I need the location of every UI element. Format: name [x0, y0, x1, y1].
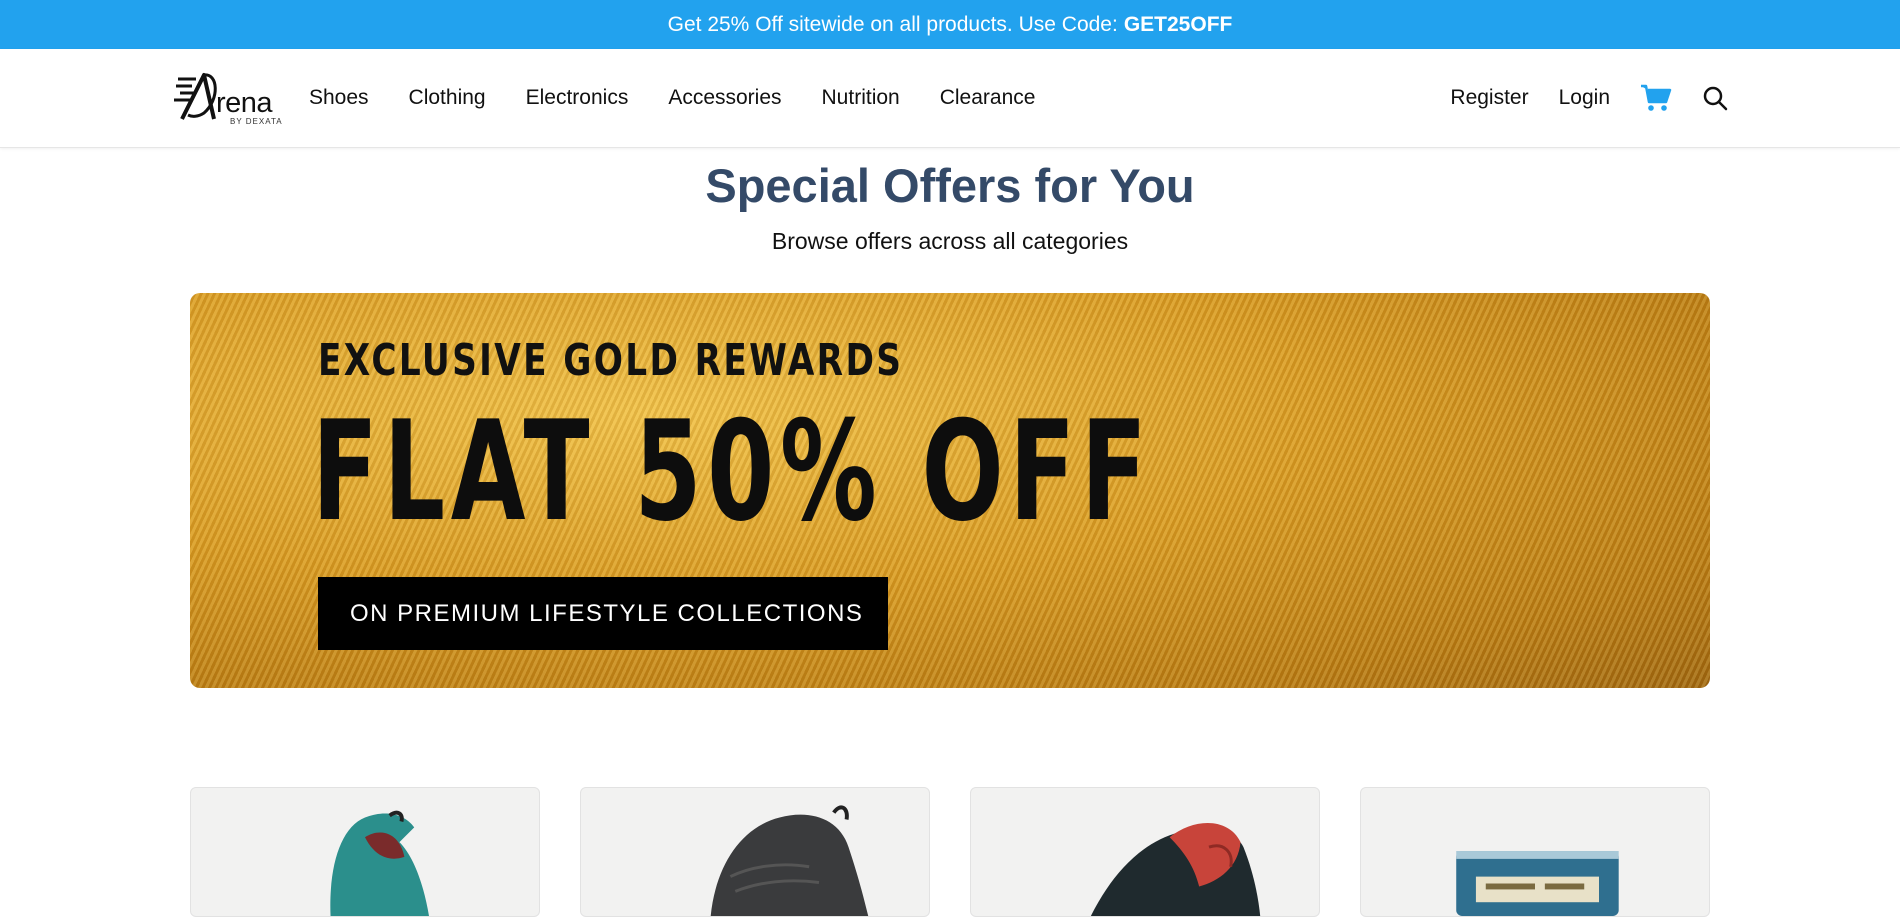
brand-name: rena [216, 87, 273, 119]
login-link[interactable]: Login [1559, 86, 1610, 110]
banner-headline: FLAT 50% OFF [312, 391, 1153, 552]
logo-mark-icon [174, 73, 217, 120]
nav-nutrition[interactable]: Nutrition [822, 86, 900, 110]
account-nav: Register Login [1450, 49, 1728, 147]
product-image [1090, 823, 1261, 916]
nav-clothing[interactable]: Clothing [409, 86, 486, 110]
register-link[interactable]: Register [1450, 86, 1528, 110]
cart-icon[interactable] [1640, 83, 1672, 113]
product-image [710, 805, 869, 916]
main-nav: Shoes Clothing Electronics Accessories N… [309, 49, 1035, 147]
nav-shoes[interactable]: Shoes [309, 86, 369, 110]
nav-clearance[interactable]: Clearance [940, 86, 1036, 110]
brand-sub: BY DEXATA [230, 117, 283, 126]
banner-pretitle: EXCLUSIVE GOLD REWARDS [318, 335, 904, 386]
product-card[interactable] [190, 787, 540, 917]
promo-text: Get 25% Off sitewide on all products. Us… [667, 12, 1118, 36]
promo-banner[interactable]: EXCLUSIVE GOLD REWARDS FLAT 50% OFF ON P… [190, 293, 1710, 688]
nav-accessories[interactable]: Accessories [668, 86, 781, 110]
page-title: Special Offers for You [705, 159, 1195, 212]
promo-bar: Get 25% Off sitewide on all products. Us… [0, 0, 1900, 49]
navbar: rena BY DEXATA Shoes Clothing Electronic… [0, 49, 1900, 148]
product-card[interactable] [580, 787, 930, 917]
page-subtitle: Browse offers across all categories [771, 228, 1129, 254]
search-icon[interactable] [1702, 85, 1728, 111]
product-grid [190, 787, 1710, 917]
banner-tagline: ON PREMIUM LIFESTYLE COLLECTIONS [318, 577, 888, 650]
product-image [330, 810, 429, 916]
nav-electronics[interactable]: Electronics [526, 86, 629, 110]
product-card[interactable] [970, 787, 1320, 917]
promo-code: GET25OFF [1123, 12, 1233, 36]
product-card[interactable] [1360, 787, 1710, 917]
brand-logo[interactable]: rena BY DEXATA [174, 69, 284, 129]
product-image [1456, 851, 1619, 916]
